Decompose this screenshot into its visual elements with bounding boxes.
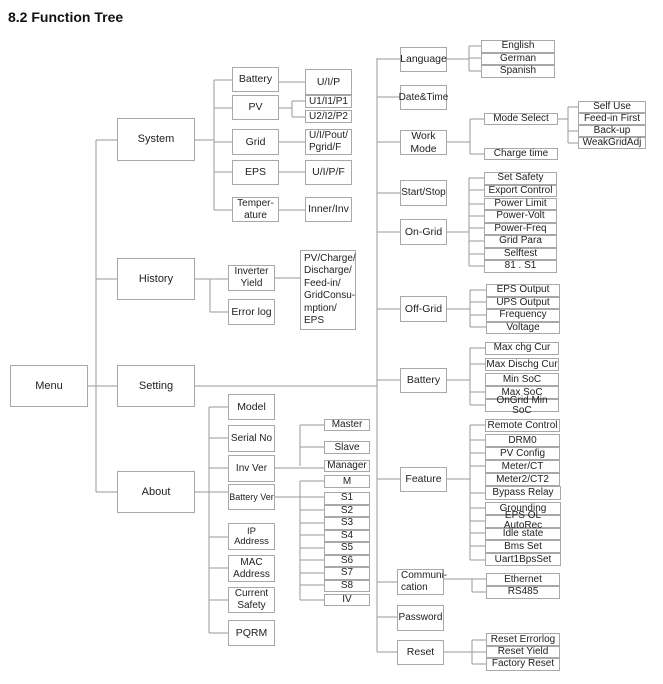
node-system-grid: Grid xyxy=(232,129,279,155)
node-about: About xyxy=(117,471,195,513)
node-mode-weakgridadj: WeakGridAdj xyxy=(578,137,646,149)
node-ups-output: UPS Output xyxy=(486,296,560,309)
node-ethernet: Ethernet xyxy=(486,573,560,586)
node-inverter-yield: Inverter Yield xyxy=(228,265,275,291)
node-language: Language xyxy=(400,47,447,72)
node-voltage: Voltage xyxy=(486,321,560,334)
node-mode-feed-in-first: Feed-in First xyxy=(578,113,646,125)
node-password: Password xyxy=(397,605,444,631)
node-serial-no: Serial No xyxy=(228,425,275,452)
node-81-s1: 81 . S1 xyxy=(484,260,557,273)
node-current-safety: Current Safety xyxy=(228,587,275,613)
node-grid-values: U/I/Pout/ Pgrid/F xyxy=(305,129,352,155)
node-set-safety: Set Safety xyxy=(484,172,557,185)
node-reset-errorlog: Reset Errorlog xyxy=(486,633,560,646)
node-min-soc: Min SoC xyxy=(485,373,559,386)
node-bat-m: M xyxy=(324,475,370,488)
node-reset-yield: Reset Yield xyxy=(486,646,560,658)
node-meter2-ct2: Meter2/CT2 xyxy=(485,473,560,486)
node-remote-control: Remote Control xyxy=(485,419,560,432)
node-history: History xyxy=(117,258,195,300)
node-max-dischg-cur: Max Dischg Cur xyxy=(485,358,559,371)
node-menu: Menu xyxy=(10,365,88,407)
node-feature: Feature xyxy=(400,467,447,492)
node-setting-battery: Battery xyxy=(400,368,447,393)
node-system: System xyxy=(117,118,195,161)
node-bat-s7: S7 xyxy=(324,567,370,580)
node-bat-s5: S5 xyxy=(324,542,370,555)
node-error-log: Error log xyxy=(228,299,275,325)
node-pv2-values: U2/I2/P2 xyxy=(305,110,352,123)
node-eps-output: EPS Output xyxy=(486,284,560,297)
node-start-stop: Start/Stop xyxy=(400,180,447,206)
node-bat-s3: S3 xyxy=(324,517,370,530)
node-battery-values: U/I/P xyxy=(305,69,352,95)
node-lang-german: German xyxy=(481,52,555,65)
node-off-grid: Off-Grid xyxy=(400,296,447,322)
node-work-mode: Work Mode xyxy=(400,130,447,155)
node-bat-s8: S8 xyxy=(324,579,370,592)
node-frequency: Frequency xyxy=(486,309,560,322)
node-mode-back-up: Back-up xyxy=(578,125,646,137)
node-power-freq: Power-Freq xyxy=(484,222,557,235)
node-model: Model xyxy=(228,394,275,420)
node-bat-s2: S2 xyxy=(324,504,370,517)
node-inv-ver: Inv Ver xyxy=(228,455,275,482)
node-eps-ol-autorec: EPS OL AutoRec xyxy=(485,511,561,531)
node-ip-address: IP Address xyxy=(228,523,275,550)
node-battery-ver: Battery Ver xyxy=(228,484,275,510)
node-bypass-relay: Bypass Relay xyxy=(485,486,561,500)
node-inv-manager: Manager xyxy=(324,460,370,472)
node-bat-s4: S4 xyxy=(324,529,370,542)
node-inv-master: Master xyxy=(324,419,370,431)
node-selftest: Selftest xyxy=(484,247,557,260)
node-system-eps: EPS xyxy=(232,160,279,185)
node-power-limit: Power Limit xyxy=(484,197,557,210)
node-on-grid: On-Grid xyxy=(400,219,447,245)
node-eps-values: U/I/P/F xyxy=(305,160,352,185)
node-max-chg-cur: Max chg Cur xyxy=(485,342,559,355)
node-drm0: DRM0 xyxy=(485,434,560,447)
node-yield-values: PV/Charge/ Discharge/ Feed-in/ GridConsu… xyxy=(300,250,356,330)
node-inv-slave: Slave xyxy=(324,441,370,454)
node-mac-address: MAC Address xyxy=(228,555,275,582)
node-bat-iv: IV xyxy=(324,594,370,606)
node-system-pv: PV xyxy=(232,95,279,120)
node-factory-reset: Factory Reset xyxy=(486,658,560,671)
node-bat-s6: S6 xyxy=(324,554,370,567)
node-uart1bpsset: Uart1BpsSet xyxy=(485,553,561,566)
node-pv1-values: U1/I1/P1 xyxy=(305,95,352,108)
node-lang-spanish: Spanish xyxy=(481,65,555,78)
node-power-volt: Power-Volt xyxy=(484,210,557,223)
node-meter-ct: Meter/CT xyxy=(485,460,560,473)
node-bms-set: Bms Set xyxy=(485,540,561,553)
node-rs485: RS485 xyxy=(486,586,560,599)
node-mode-select: Mode Select xyxy=(484,113,558,125)
node-setting: Setting xyxy=(117,365,195,407)
node-communication: Communi- cation xyxy=(397,569,447,595)
node-reset: Reset xyxy=(397,640,444,665)
node-lang-english: English xyxy=(481,40,555,53)
node-date-time: Date&Time xyxy=(399,85,448,110)
node-grid-para: Grid Para xyxy=(484,235,557,248)
node-pqrm: PQRM xyxy=(228,620,275,646)
node-pv-config: PV Config xyxy=(485,447,560,460)
node-mode-self-use: Self Use xyxy=(578,101,646,113)
node-system-battery: Battery xyxy=(232,67,279,92)
node-bat-s1: S1 xyxy=(324,492,370,505)
node-system-temperature: Temper- ature xyxy=(232,197,279,222)
node-ongrid-min-soc: OnGrid Min SoC xyxy=(485,395,559,415)
node-charge-time: Charge time xyxy=(484,148,558,160)
node-export-control: Export Control xyxy=(484,184,557,197)
node-idle-state: Idle state xyxy=(485,527,561,540)
node-temperature-values: Inner/Inv xyxy=(305,197,352,222)
